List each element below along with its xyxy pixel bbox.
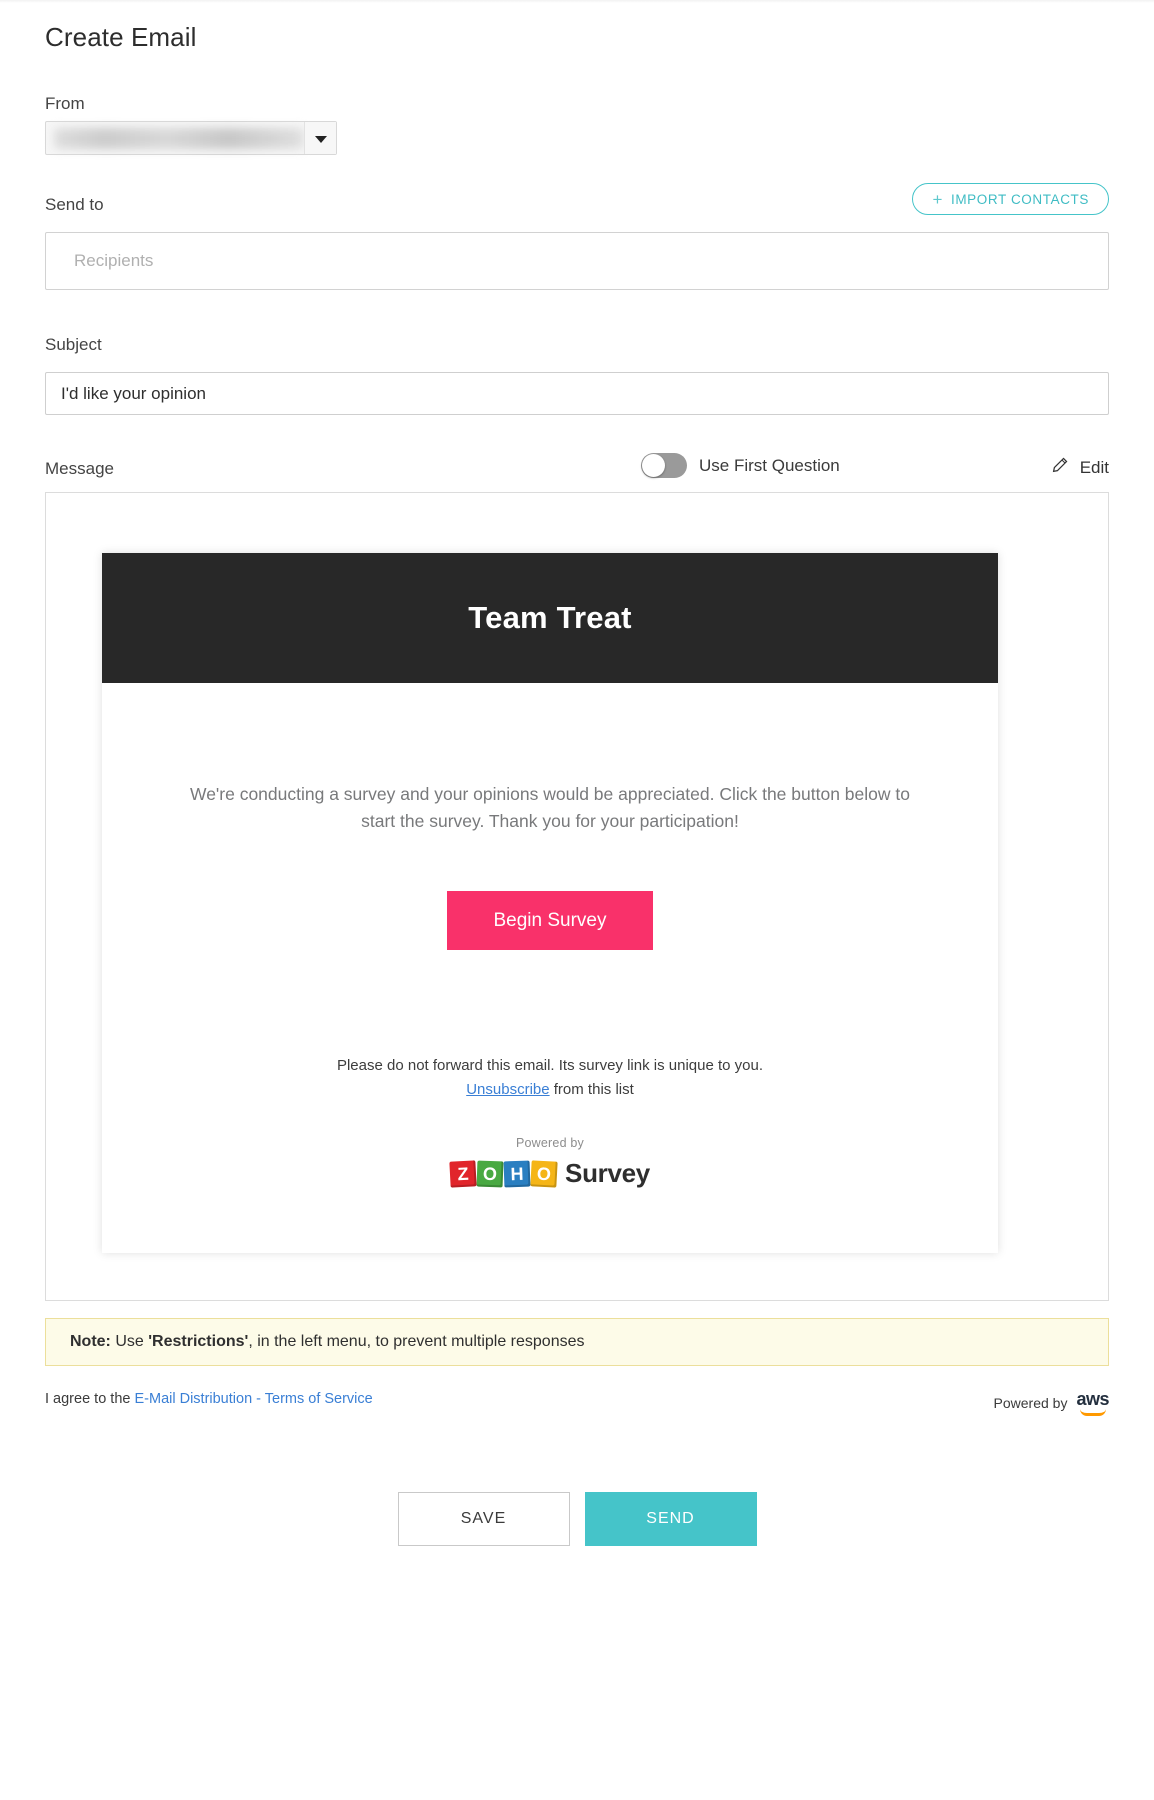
- toggle-knob: [642, 454, 665, 477]
- begin-survey-button[interactable]: Begin Survey: [447, 891, 653, 951]
- note-text-after: , in the left menu, to prevent multiple …: [248, 1333, 585, 1350]
- use-first-question-label: Use First Question: [699, 455, 840, 475]
- unsubscribe-link[interactable]: Unsubscribe: [466, 1081, 549, 1098]
- recipients-input[interactable]: Recipients: [45, 232, 1109, 290]
- do-not-forward-text: Please do not forward this email. Its su…: [336, 1057, 764, 1075]
- import-contacts-label: IMPORT CONTACTS: [950, 191, 1089, 207]
- subject-label: Subject: [45, 335, 102, 354]
- zoho-block-o2: O: [530, 1160, 558, 1188]
- footer-actions: SAVE SEND: [0, 1492, 1154, 1546]
- save-button[interactable]: SAVE: [397, 1492, 570, 1546]
- zoho-block-h: H: [503, 1160, 531, 1188]
- aws-logo-icon: aws: [1076, 1390, 1109, 1416]
- zoho-block-z: Z: [449, 1160, 477, 1188]
- subject-input[interactable]: I'd like your opinion: [45, 372, 1109, 415]
- send-button[interactable]: SEND: [584, 1492, 757, 1546]
- email-body: We're conducting a survey and your opini…: [102, 781, 998, 1189]
- zoho-survey-logo: Z O H O Survey: [182, 1158, 918, 1189]
- note-emphasis: 'Restrictions': [148, 1333, 249, 1350]
- aws-powered-by: Powered by aws: [994, 1390, 1109, 1416]
- note-text-before: Use: [110, 1333, 149, 1350]
- from-value-redacted: [54, 128, 304, 149]
- terms-of-service-link[interactable]: E-Mail Distribution - Terms of Service: [134, 1391, 372, 1407]
- from-select[interactable]: [45, 121, 337, 155]
- powered-by-label: Powered by: [515, 1136, 584, 1151]
- email-preview-panel: Team Treat We're conducting a survey and…: [45, 492, 1109, 1301]
- recipients-placeholder: Recipients: [74, 251, 154, 270]
- aws-wordmark: aws: [1076, 1389, 1109, 1409]
- send-to-label: Send to: [45, 195, 104, 214]
- terms-agreement: I agree to the E-Mail Distribution - Ter…: [45, 1391, 373, 1407]
- zoho-block-o1: O: [476, 1160, 504, 1188]
- aws-smile-icon: [1079, 1409, 1106, 1416]
- zoho-blocks: Z O H O: [449, 1160, 558, 1188]
- survey-wordmark: Survey: [565, 1158, 650, 1189]
- email-banner: Team Treat: [102, 553, 998, 683]
- use-first-question-toggle[interactable]: [641, 453, 687, 478]
- email-card: Team Treat We're conducting a survey and…: [102, 553, 998, 1253]
- edit-message-button[interactable]: Edit: [1050, 456, 1109, 480]
- top-divider: [0, 0, 1154, 3]
- page-title: Create Email: [45, 22, 197, 52]
- pencil-icon: [1050, 456, 1069, 480]
- terms-text: I agree to the: [45, 1391, 135, 1407]
- import-contacts-button[interactable]: + IMPORT CONTACTS: [912, 183, 1109, 215]
- create-email-page: Create Email From Send to + IMPORT CONTA…: [0, 0, 1154, 1800]
- email-footer-note: Please do not forward this email. Its su…: [182, 1054, 918, 1102]
- message-label: Message: [45, 459, 114, 478]
- aws-powered-label: Powered by: [993, 1395, 1068, 1411]
- note-text: Note: Use 'Restrictions', in the left me…: [46, 1333, 585, 1351]
- unsubscribe-line: Unsubscribe from this list: [182, 1078, 918, 1102]
- use-first-question-toggle-wrap[interactable]: Use First Question: [641, 453, 840, 478]
- unsubscribe-suffix: from this list: [549, 1081, 634, 1099]
- restrictions-note: Note: Use 'Restrictions', in the left me…: [45, 1318, 1109, 1366]
- email-intro-text: We're conducting a survey and your opini…: [190, 784, 910, 832]
- from-label: From: [45, 94, 85, 113]
- edit-label: Edit: [1079, 458, 1109, 477]
- subject-value: I'd like your opinion: [61, 384, 206, 403]
- note-prefix: Note:: [70, 1333, 111, 1350]
- email-banner-title: Team Treat: [468, 600, 632, 635]
- plus-icon: +: [932, 189, 943, 209]
- chevron-down-icon[interactable]: [304, 122, 336, 154]
